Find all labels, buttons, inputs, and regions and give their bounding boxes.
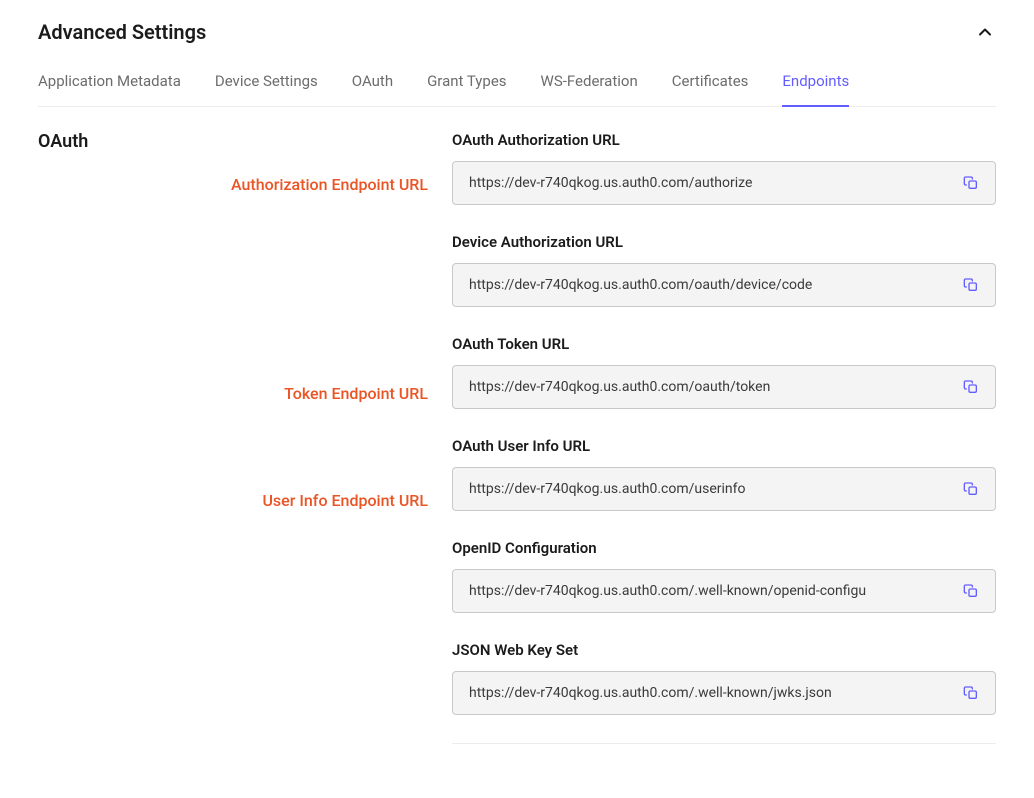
copy-icon xyxy=(963,583,979,599)
oauth-token-url-input[interactable]: https://dev-r740qkog.us.auth0.com/oauth/… xyxy=(469,379,955,395)
copy-button[interactable] xyxy=(955,167,987,199)
json-web-key-set-input[interactable]: https://dev-r740qkog.us.auth0.com/.well-… xyxy=(469,685,955,701)
field-label: Device Authorization URL xyxy=(452,233,996,251)
annotation-authorization: Authorization Endpoint URL xyxy=(231,175,428,194)
input-wrapper: https://dev-r740qkog.us.auth0.com/.well-… xyxy=(452,569,996,613)
field-label: OAuth Token URL xyxy=(452,335,996,353)
tab-device-settings[interactable]: Device Settings xyxy=(215,72,318,106)
oauth-user-info-url-input[interactable]: https://dev-r740qkog.us.auth0.com/userin… xyxy=(469,481,955,497)
collapse-toggle[interactable] xyxy=(978,25,992,39)
copy-icon xyxy=(963,481,979,497)
field-label: OAuth User Info URL xyxy=(452,437,996,455)
field-label: OAuth Authorization URL xyxy=(452,131,996,149)
field-device-authorization-url: Device Authorization URL https://dev-r74… xyxy=(452,233,996,307)
input-wrapper: https://dev-r740qkog.us.auth0.com/author… xyxy=(452,161,996,205)
field-oauth-user-info-url: OAuth User Info URL https://dev-r740qkog… xyxy=(452,437,996,511)
copy-icon xyxy=(963,175,979,191)
oauth-authorization-url-input[interactable]: https://dev-r740qkog.us.auth0.com/author… xyxy=(469,175,955,191)
left-column: OAuth Authorization Endpoint URL Token E… xyxy=(38,131,452,152)
field-label: JSON Web Key Set xyxy=(452,641,996,659)
copy-button[interactable] xyxy=(955,677,987,709)
input-wrapper: https://dev-r740qkog.us.auth0.com/.well-… xyxy=(452,671,996,715)
chevron-up-icon xyxy=(978,25,992,39)
section-title-oauth: OAuth xyxy=(38,131,452,152)
copy-button[interactable] xyxy=(955,473,987,505)
copy-button[interactable] xyxy=(955,371,987,403)
divider xyxy=(452,743,996,744)
right-column: OAuth Authorization URL https://dev-r740… xyxy=(452,131,996,744)
openid-configuration-input[interactable]: https://dev-r740qkog.us.auth0.com/.well-… xyxy=(469,583,955,599)
field-openid-configuration: OpenID Configuration https://dev-r740qko… xyxy=(452,539,996,613)
tab-grant-types[interactable]: Grant Types xyxy=(427,72,506,106)
input-wrapper: https://dev-r740qkog.us.auth0.com/oauth/… xyxy=(452,365,996,409)
copy-button[interactable] xyxy=(955,575,987,607)
advanced-settings-header: Advanced Settings xyxy=(38,20,996,44)
tab-certificates[interactable]: Certificates xyxy=(672,72,749,106)
tab-oauth[interactable]: OAuth xyxy=(352,72,393,106)
input-wrapper: https://dev-r740qkog.us.auth0.com/userin… xyxy=(452,467,996,511)
field-label: OpenID Configuration xyxy=(452,539,996,557)
field-oauth-token-url: OAuth Token URL https://dev-r740qkog.us.… xyxy=(452,335,996,409)
annotation-userinfo: User Info Endpoint URL xyxy=(262,491,428,510)
annotation-token: Token Endpoint URL xyxy=(284,384,428,403)
field-oauth-authorization-url: OAuth Authorization URL https://dev-r740… xyxy=(452,131,996,205)
copy-icon xyxy=(963,277,979,293)
tab-application-metadata[interactable]: Application Metadata xyxy=(38,72,181,106)
copy-button[interactable] xyxy=(955,269,987,301)
copy-icon xyxy=(963,379,979,395)
tab-ws-federation[interactable]: WS-Federation xyxy=(541,72,638,106)
copy-icon xyxy=(963,685,979,701)
content: OAuth Authorization Endpoint URL Token E… xyxy=(38,131,996,744)
input-wrapper: https://dev-r740qkog.us.auth0.com/oauth/… xyxy=(452,263,996,307)
tabs: Application Metadata Device Settings OAu… xyxy=(38,72,996,107)
field-json-web-key-set: JSON Web Key Set https://dev-r740qkog.us… xyxy=(452,641,996,715)
device-authorization-url-input[interactable]: https://dev-r740qkog.us.auth0.com/oauth/… xyxy=(469,277,955,293)
tab-endpoints[interactable]: Endpoints xyxy=(782,72,849,106)
page-title: Advanced Settings xyxy=(38,20,206,44)
